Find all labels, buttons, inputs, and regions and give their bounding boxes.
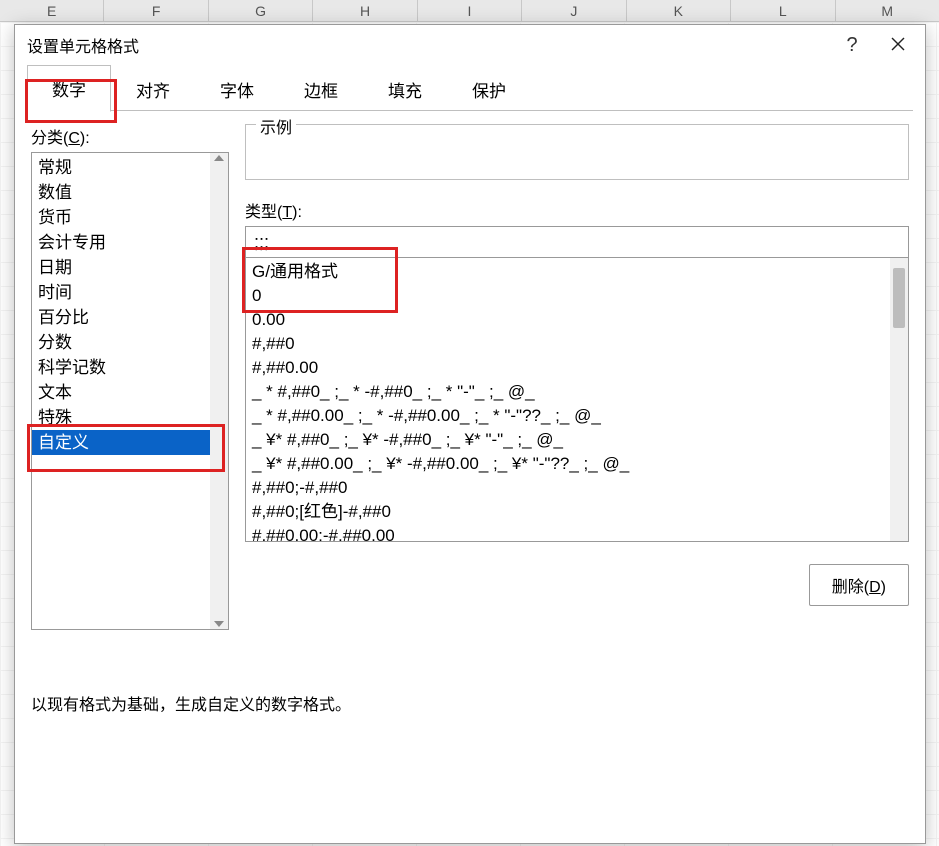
format-item[interactable]: _ * #,##0.00_ ;_ * -#,##0.00_ ;_ * "-"??… — [250, 404, 886, 428]
scroll-up-icon — [214, 155, 224, 161]
help-button[interactable]: ? — [829, 29, 875, 61]
tab-0[interactable]: 数字 — [27, 65, 111, 112]
column-header[interactable]: M — [836, 0, 939, 21]
format-item[interactable]: 0.00 — [250, 308, 886, 332]
tab-1[interactable]: 对齐 — [111, 66, 195, 112]
category-item[interactable]: 会计专用 — [32, 230, 210, 255]
tab-4[interactable]: 填充 — [363, 66, 447, 112]
format-item[interactable]: #,##0.00 — [250, 356, 886, 380]
right-column: 示例 类型(T): G/通用格式00.00#,##0#,##0.00_ * #,… — [245, 124, 909, 843]
category-list[interactable]: 常规数值货币会计专用日期时间百分比分数科学记数文本特殊自定义 — [32, 153, 210, 629]
scrollbar-thumb[interactable] — [893, 268, 905, 328]
column-header[interactable]: E — [0, 0, 104, 21]
column-header[interactable]: F — [104, 0, 208, 21]
category-item[interactable]: 特殊 — [32, 405, 210, 430]
format-item[interactable]: #,##0 — [250, 332, 886, 356]
type-label: 类型(T): — [245, 198, 909, 222]
tabs: 数字对齐字体边框填充保护 — [15, 65, 925, 111]
tab-2[interactable]: 字体 — [195, 66, 279, 112]
format-item[interactable]: _ ¥* #,##0_ ;_ ¥* -#,##0_ ;_ ¥* "-"_ ;_ … — [250, 428, 886, 452]
sample-groupbox: 示例 — [245, 124, 909, 180]
category-item[interactable]: 数值 — [32, 180, 210, 205]
column-header[interactable]: I — [418, 0, 522, 21]
hint-text: 以现有格式为基础，生成自定义的数字格式。 — [31, 691, 351, 715]
category-listbox[interactable]: 常规数值货币会计专用日期时间百分比分数科学记数文本特殊自定义 — [31, 152, 229, 630]
category-item[interactable]: 自定义 — [32, 430, 210, 455]
format-item[interactable]: #,##0;-#,##0 — [250, 476, 886, 500]
format-cells-dialog: 设置单元格格式 ? 数字对齐字体边框填充保护 分类(C): 常规数值货币会计专用… — [14, 24, 926, 844]
close-button[interactable] — [875, 29, 921, 61]
category-item[interactable]: 分数 — [32, 330, 210, 355]
tab-5[interactable]: 保护 — [447, 66, 531, 112]
sample-label: 示例 — [256, 114, 296, 138]
dialog-titlebar: 设置单元格格式 ? — [15, 25, 925, 65]
category-item[interactable]: 百分比 — [32, 305, 210, 330]
spreadsheet-column-headers: EFGHIJKLM — [0, 0, 939, 22]
formats-listbox[interactable]: G/通用格式00.00#,##0#,##0.00_ * #,##0_ ;_ * … — [245, 258, 909, 542]
column-header[interactable]: K — [627, 0, 731, 21]
format-item[interactable]: #,##0;[红色]-#,##0 — [250, 500, 886, 524]
dialog-title: 设置单元格格式 — [27, 33, 829, 57]
format-item[interactable]: G/通用格式 — [250, 260, 886, 284]
category-item[interactable]: 日期 — [32, 255, 210, 280]
format-item[interactable]: 0 — [250, 284, 886, 308]
delete-row: 删除(D) — [245, 564, 909, 606]
category-item[interactable]: 常规 — [32, 155, 210, 180]
tab-3[interactable]: 边框 — [279, 66, 363, 112]
formats-scrollbar[interactable] — [890, 258, 908, 541]
category-item[interactable]: 文本 — [32, 380, 210, 405]
category-scrollbar[interactable] — [210, 153, 228, 629]
help-icon: ? — [846, 34, 857, 57]
format-item[interactable]: _ * #,##0_ ;_ * -#,##0_ ;_ * "-"_ ;_ @_ — [250, 380, 886, 404]
tab-underline — [27, 110, 913, 111]
column-header[interactable]: H — [313, 0, 417, 21]
format-item[interactable]: #,##0.00;-#,##0.00 — [250, 524, 886, 541]
left-column: 分类(C): 常规数值货币会计专用日期时间百分比分数科学记数文本特殊自定义 — [31, 124, 229, 843]
column-header[interactable]: G — [209, 0, 313, 21]
type-input[interactable] — [245, 226, 909, 258]
category-item[interactable]: 货币 — [32, 205, 210, 230]
column-header[interactable]: L — [731, 0, 835, 21]
category-item[interactable]: 科学记数 — [32, 355, 210, 380]
close-icon — [891, 34, 905, 57]
category-label: 分类(C): — [31, 124, 229, 148]
delete-button[interactable]: 删除(D) — [809, 564, 909, 606]
scroll-down-icon — [214, 621, 224, 627]
formats-list[interactable]: G/通用格式00.00#,##0#,##0.00_ * #,##0_ ;_ * … — [246, 258, 890, 541]
format-item[interactable]: _ ¥* #,##0.00_ ;_ ¥* -#,##0.00_ ;_ ¥* "-… — [250, 452, 886, 476]
dialog-body: 分类(C): 常规数值货币会计专用日期时间百分比分数科学记数文本特殊自定义 示例… — [15, 112, 925, 843]
column-header[interactable]: J — [522, 0, 626, 21]
category-item[interactable]: 时间 — [32, 280, 210, 305]
